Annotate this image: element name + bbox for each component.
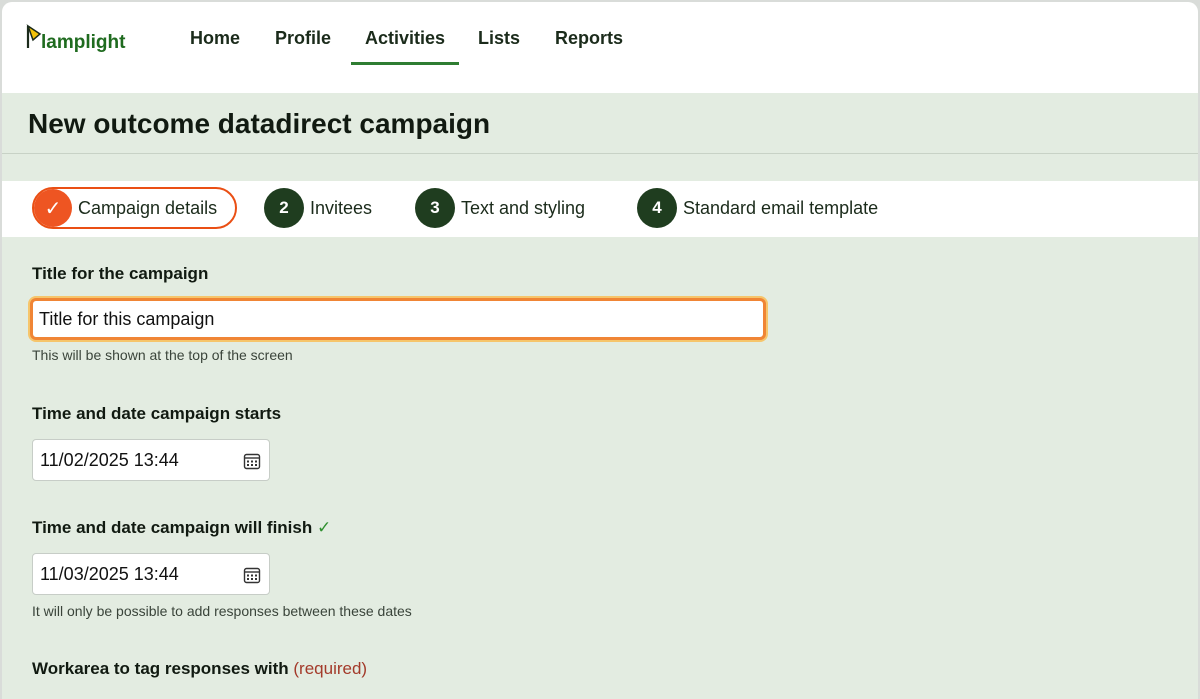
page-header: New outcome datadirect campaign (2, 93, 1198, 154)
brand-name: lamplight (41, 32, 126, 53)
calendar-icon[interactable] (243, 566, 261, 584)
start-datetime-value: 11/02/2025 13:44 (40, 450, 179, 470)
wizard-steps: ✓ Campaign details 2 Invitees 3 Text and… (2, 181, 1198, 237)
start-datetime-input[interactable]: 11/02/2025 13:44 (32, 439, 270, 481)
step-number: 2 (264, 188, 304, 228)
step-label: Standard email template (683, 197, 879, 218)
calendar-icon[interactable] (243, 452, 261, 470)
app-window: lamplight Home Profile Activities Lists … (2, 2, 1198, 699)
nav-profile[interactable]: Profile (261, 28, 345, 62)
step-number: 3 (415, 188, 455, 228)
step-campaign-details[interactable]: ✓ Campaign details (32, 187, 238, 229)
required-note: (required) (293, 659, 368, 678)
date-range-hint: It will only be possible to add response… (32, 603, 412, 619)
finish-date-label-text: Time and date campaign will finish (32, 518, 313, 537)
step-label: Invitees (310, 197, 373, 218)
start-date-label: Time and date campaign starts (32, 404, 282, 423)
step-standard-email-template[interactable]: 4 Standard email template (637, 187, 878, 229)
step-text-and-styling[interactable]: 3 Text and styling (415, 187, 585, 229)
step-invitees[interactable]: 2 Invitees (264, 187, 372, 229)
campaign-title-label: Title for the campaign (32, 264, 209, 283)
campaign-title-input[interactable] (30, 298, 766, 340)
step-label: Text and styling (461, 197, 586, 218)
finish-date-label: Time and date campaign will finish ✓ (32, 518, 331, 538)
step-complete-check-icon: ✓ (34, 189, 72, 227)
page-title: New outcome datadirect campaign (28, 108, 491, 139)
top-navigation-bar: lamplight Home Profile Activities Lists … (2, 2, 1198, 93)
nav-lists[interactable]: Lists (464, 28, 534, 62)
campaign-title-hint: This will be shown at the top of the scr… (32, 347, 293, 363)
nav-home[interactable]: Home (176, 28, 254, 62)
workarea-label-text: Workarea to tag responses with (32, 659, 289, 678)
finish-datetime-input[interactable]: 11/03/2025 13:44 (32, 553, 270, 595)
step-number: 4 (637, 188, 677, 228)
valid-check-icon: ✓ (316, 518, 332, 537)
nav-activities[interactable]: Activities (351, 28, 460, 65)
finish-datetime-value: 11/03/2025 13:44 (40, 564, 179, 584)
step-label: Campaign details (78, 197, 218, 218)
workarea-label: Workarea to tag responses with (required… (32, 659, 367, 679)
nav-reports[interactable]: Reports (541, 28, 637, 62)
